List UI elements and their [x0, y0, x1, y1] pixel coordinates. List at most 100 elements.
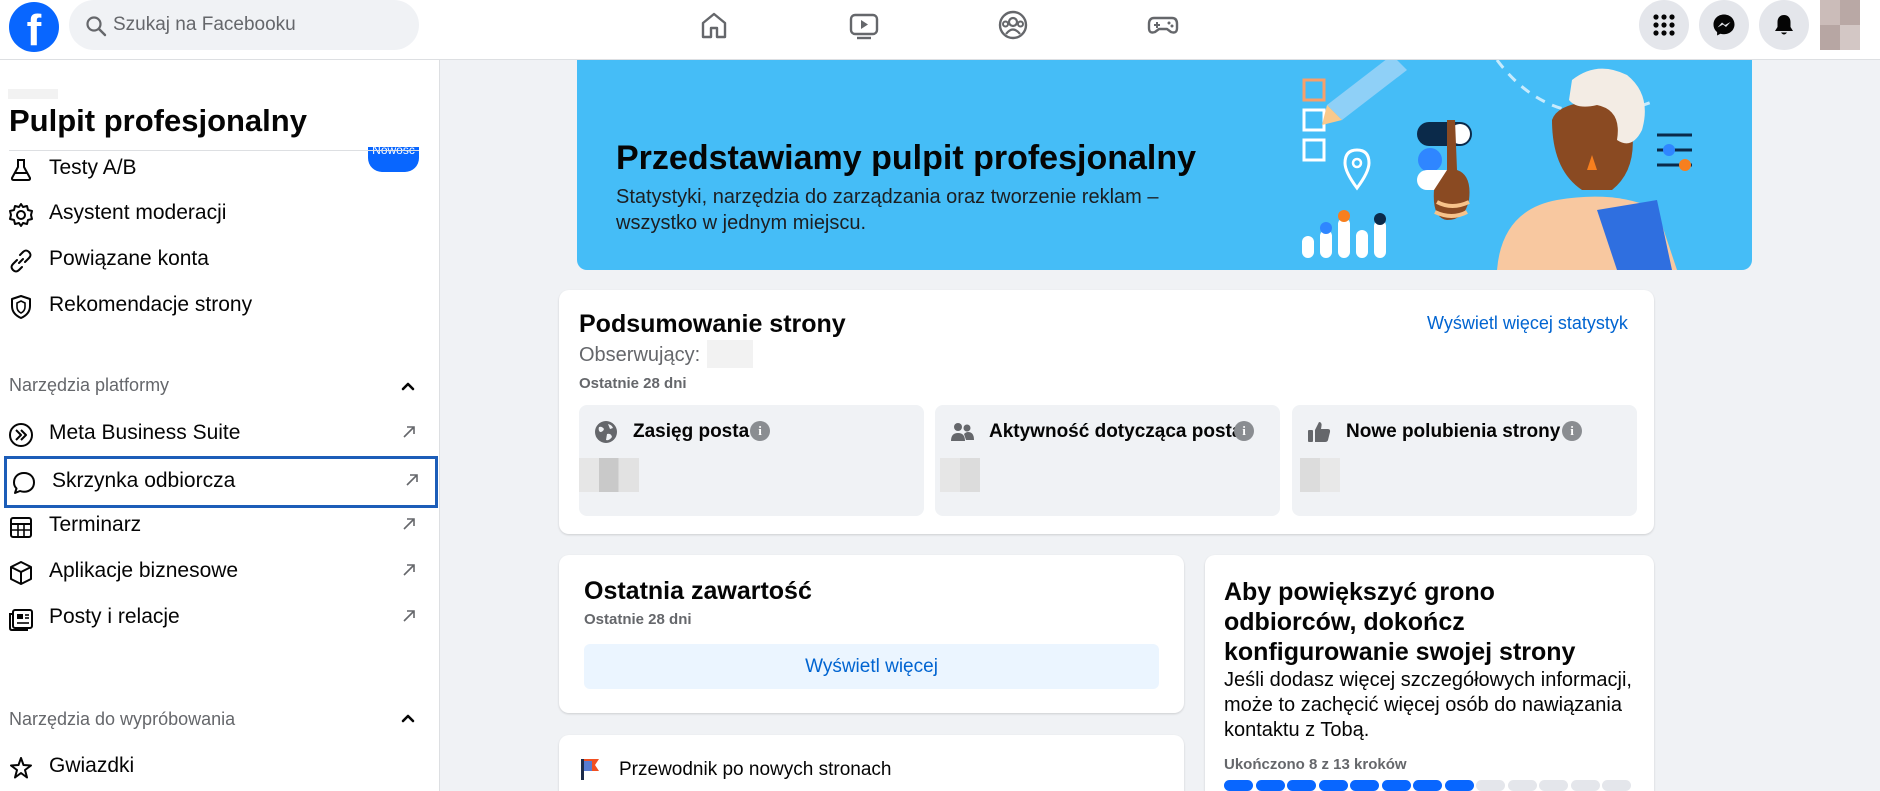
- sidebar-item-business-apps[interactable]: Aplikacje biznesowe: [0, 547, 436, 597]
- sidebar-item-label: Skrzynka odbiorcza: [52, 469, 236, 492]
- sidebar-item-label: Gwiazdki: [49, 754, 135, 777]
- sidebar-item-label: Testy A/B: [49, 156, 137, 179]
- view-more-stats-link[interactable]: Wyświetl więcej statystyk: [1427, 313, 1628, 334]
- thumbs-up-icon: [1308, 422, 1331, 442]
- setup-title: Aby powiększyć grono odbiorców, dokończ …: [1224, 578, 1576, 666]
- page-summary-title: Podsumowanie strony: [579, 310, 846, 338]
- sidebar-item-linked-accounts[interactable]: Powiązane konta: [0, 235, 436, 285]
- info-icon[interactable]: i: [1234, 421, 1254, 441]
- stat-value-placeholder: [1300, 458, 1340, 492]
- followers-count-placeholder: [707, 340, 753, 368]
- people-icon: [951, 423, 974, 441]
- sidebar-item-label: Aplikacje biznesowe: [49, 559, 239, 582]
- progress-step-incomplete: [1539, 780, 1568, 791]
- sidebar-item-posts-and-stories[interactable]: Posty i relacje: [0, 593, 436, 643]
- banner-illustration: [1302, 60, 1692, 270]
- sidebar-item-label: Rekomendacje strony: [49, 293, 253, 316]
- sidebar-item-planner[interactable]: Terminarz: [0, 501, 436, 551]
- grid-menu-icon: [1653, 14, 1675, 36]
- progress-step-incomplete: [1507, 780, 1537, 791]
- finish-setup-card: Aby powiększyć grono odbiorców, dokończ …: [1205, 555, 1654, 791]
- avatar[interactable]: [1820, 0, 1860, 50]
- stat-value-placeholder: [579, 458, 639, 492]
- followers-label: Obserwujący:: [579, 344, 701, 366]
- sidebar-item-moderation-assistant[interactable]: Asystent moderacji: [0, 189, 436, 239]
- external-link-icon: [403, 518, 415, 530]
- search-input[interactable]: [113, 10, 403, 40]
- section-header-platform-tools: Narzędzia platformy: [9, 375, 170, 395]
- stat-new-page-likes[interactable]: Nowe polubienia strony i: [1292, 405, 1637, 516]
- recent-content-period: Ostatnie 28 dni: [584, 611, 692, 628]
- stat-post-engagement[interactable]: Aktywność dotycząca posta i: [935, 405, 1280, 516]
- progress-step-incomplete: [1602, 780, 1631, 791]
- stat-value-placeholder: [940, 458, 980, 492]
- setup-progress-label: Ukończono 8 z 13 kroków: [1224, 756, 1407, 773]
- search-box[interactable]: [69, 0, 419, 50]
- home-icon[interactable]: [697, 8, 731, 42]
- progress-step-complete: [1444, 780, 1474, 791]
- page-name-placeholder: [8, 89, 58, 99]
- recent-content-title: Ostatnia zawartość: [584, 577, 812, 605]
- chat-bubble-icon: [13, 472, 35, 494]
- progress-step-complete: [1287, 780, 1316, 791]
- notifications-button[interactable]: [1759, 0, 1809, 50]
- banner-title: Przedstawiamy pulpit profesjonalny: [616, 139, 1197, 177]
- posts-icon: [9, 609, 33, 631]
- progress-step-complete: [1381, 780, 1411, 791]
- flask-icon: [10, 159, 32, 181]
- chevron-up-icon[interactable]: [398, 376, 418, 396]
- sidebar-item-label: Posty i relacje: [49, 605, 180, 628]
- info-icon[interactable]: i: [1562, 421, 1582, 441]
- external-link-icon: [403, 564, 415, 576]
- guide-label: Przewodnik po nowych stronach: [619, 759, 892, 780]
- progress-step-complete: [1255, 780, 1285, 791]
- stat-label: Zasięg posta: [633, 421, 750, 442]
- top-navigation-bar: f: [0, 0, 1880, 60]
- stat-post-reach[interactable]: Zasięg posta i: [579, 405, 924, 516]
- progress-step-incomplete: [1570, 780, 1600, 791]
- messenger-button[interactable]: [1699, 0, 1749, 50]
- facebook-logo[interactable]: f: [9, 2, 59, 52]
- sidebar-item-stars[interactable]: Gwiazdki: [0, 742, 436, 791]
- summary-period: Ostatnie 28 dni: [579, 375, 687, 392]
- groups-icon[interactable]: [996, 8, 1030, 42]
- chevron-up-icon[interactable]: [398, 708, 418, 728]
- sidebar-item-label: Terminarz: [49, 513, 142, 536]
- recent-content-card: Ostatnia zawartość Ostatnie 28 dni Wyświ…: [559, 555, 1184, 713]
- view-more-button[interactable]: Wyświetl więcej: [584, 644, 1159, 689]
- new-badge: Nowość: [368, 144, 419, 172]
- stars-icon: [10, 757, 32, 779]
- sidebar-item-meta-business-suite[interactable]: Meta Business Suite: [0, 409, 436, 459]
- sidebar-item-label: Meta Business Suite: [49, 421, 241, 444]
- progress-step-complete: [1318, 780, 1348, 791]
- external-link-icon: [406, 474, 418, 486]
- menu-button[interactable]: [1639, 0, 1689, 50]
- sidebar-item-page-recommendations[interactable]: Rekomendacje strony: [0, 281, 436, 331]
- intro-banner: Przedstawiamy pulpit profesjonalny Staty…: [577, 60, 1752, 270]
- progress-step-complete: [1224, 780, 1253, 791]
- section-header-tools-to-try: Narzędzia do wypróbowania: [9, 709, 236, 729]
- stat-label: Aktywność dotycząca posta: [989, 421, 1243, 442]
- banner-text: Statystyki, narzędzia do zarządzania ora…: [616, 186, 1159, 234]
- gaming-icon[interactable]: [1146, 8, 1180, 42]
- cube-icon: [10, 561, 32, 585]
- shield-icon: [11, 295, 31, 319]
- new-pages-guide-card[interactable]: Przewodnik po nowych stronach: [559, 735, 1184, 791]
- page-summary-card: Podsumowanie strony Obserwujący: Ostatni…: [559, 290, 1654, 534]
- link-icon: [10, 249, 32, 273]
- bell-icon: [1775, 15, 1793, 35]
- video-icon[interactable]: [847, 8, 881, 42]
- progress-step-incomplete: [1476, 780, 1505, 791]
- sidebar-item-label: Powiązane konta: [49, 247, 209, 270]
- stat-label: Nowe polubienia strony: [1346, 421, 1561, 442]
- sidebar-item-label: Asystent moderacji: [49, 201, 227, 224]
- flag-icon: [581, 759, 599, 780]
- external-link-icon: [403, 426, 415, 438]
- meta-business-icon: [9, 423, 33, 447]
- gear-icon: [9, 203, 33, 227]
- progress-step-complete: [1350, 780, 1379, 791]
- divider: [9, 150, 419, 151]
- info-icon[interactable]: i: [750, 421, 770, 441]
- sidebar: Pulpit profesjonalny Nowość Testy A/B As…: [0, 60, 440, 791]
- external-link-icon: [403, 610, 415, 622]
